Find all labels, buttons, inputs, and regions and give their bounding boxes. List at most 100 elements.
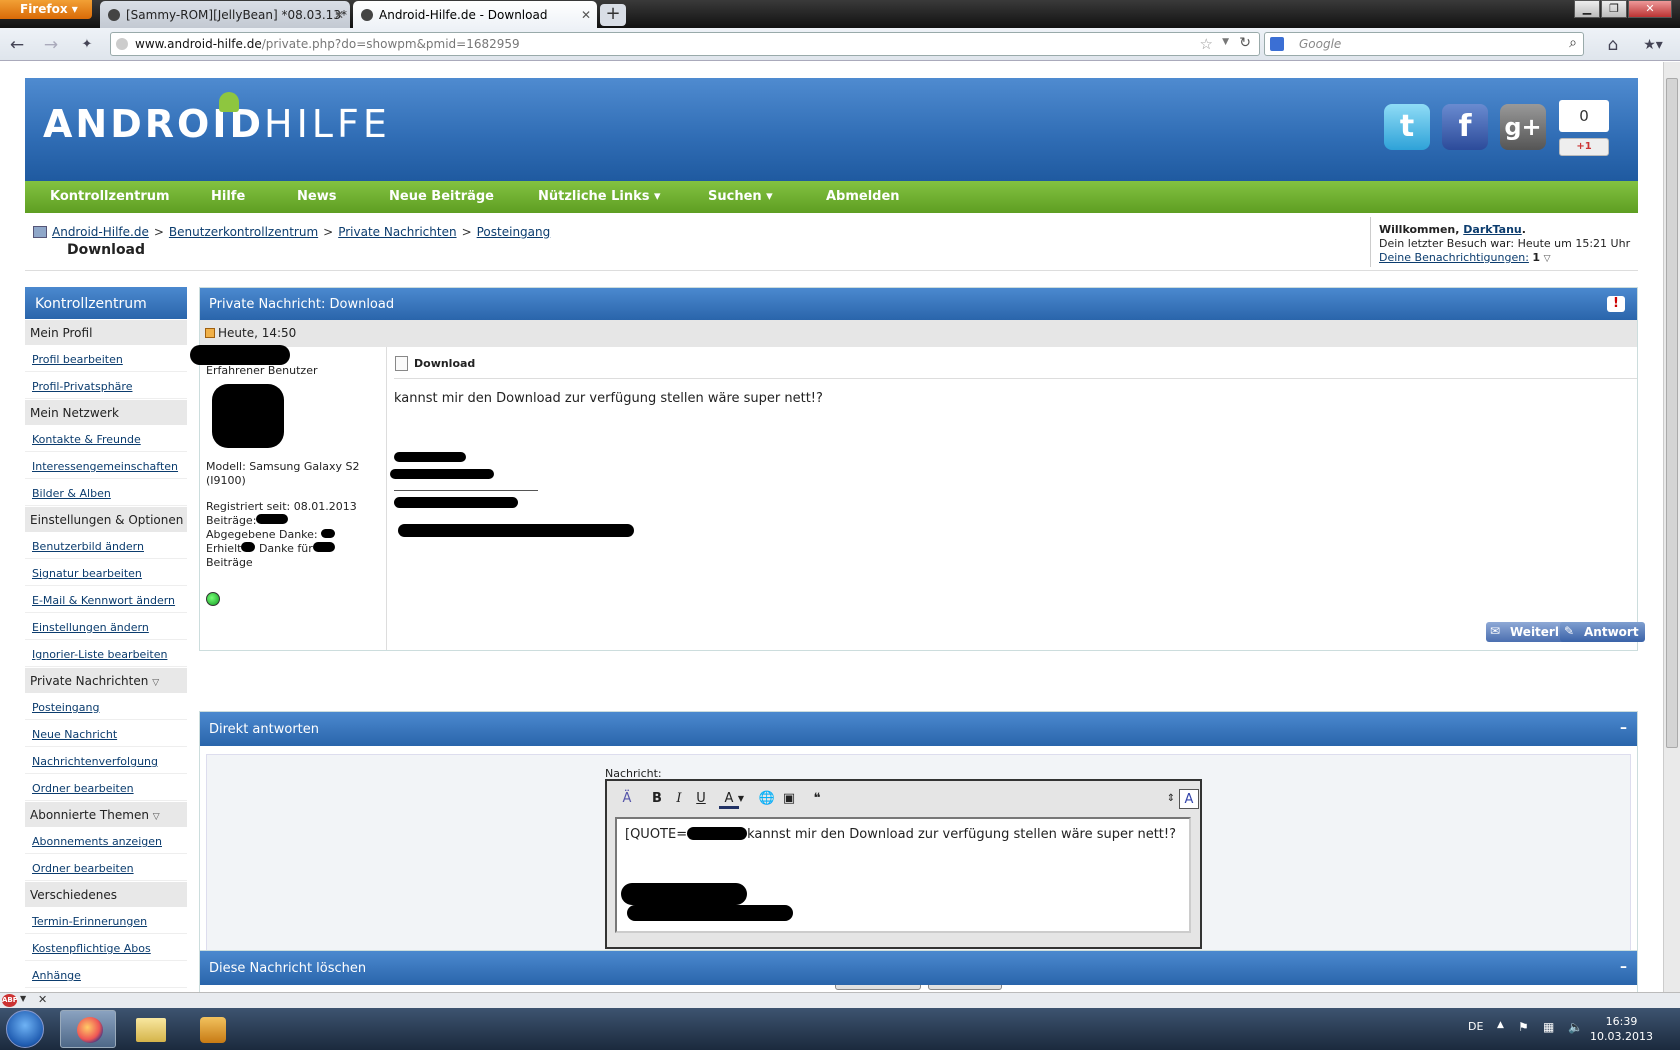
close-window-button[interactable]: ✕ [1628, 0, 1672, 18]
search-input[interactable]: Google ⌕ [1264, 32, 1584, 56]
vertical-scrollbar[interactable] [1663, 62, 1680, 992]
sidebar-link-nachrichtenverfolgung[interactable]: Nachrichtenverfolgung [25, 747, 187, 774]
sidebar-link-kostenpflichtige-abos[interactable]: Kostenpflichtige Abos [25, 934, 187, 961]
maximize-button[interactable]: ❐ [1601, 0, 1627, 18]
breadcrumb-pm[interactable]: Private Nachrichten [338, 225, 456, 239]
twitter-icon[interactable]: t [1384, 104, 1430, 150]
breadcrumb-bar: Android-Hilfe.de > Benutzerkontrollzentrum… [25, 213, 1638, 271]
sidebar-link-benutzerbild[interactable]: Benutzerbild ändern [25, 532, 187, 559]
bookmarks-menu-icon[interactable]: ★▾ [1642, 34, 1664, 56]
sidebar-link-interessengemeinschaften[interactable]: Interessengemeinschaften [25, 452, 187, 479]
report-warning-icon[interactable]: ! [1607, 296, 1625, 312]
chevron-down-icon[interactable]: ▽ [152, 678, 159, 688]
sidebar-link-bilder-alben[interactable]: Bilder & Alben [25, 479, 187, 506]
sidebar-link-kontakte[interactable]: Kontakte & Freunde [25, 425, 187, 452]
new-tab-button[interactable]: + [600, 4, 626, 26]
taskbar-explorer[interactable] [122, 1010, 178, 1048]
chevron-down-icon[interactable]: ▽ [153, 812, 160, 822]
sidebar-link-ordner-bearbeiten-2[interactable]: Ordner bearbeiten [25, 854, 187, 881]
forward-icon[interactable]: → [40, 34, 62, 56]
sidebar-link-neue-nachricht[interactable]: Neue Nachricht [25, 720, 187, 747]
chevron-down-icon[interactable]: ▼ [1222, 37, 1229, 47]
notifications-link[interactable]: Deine Benachrichtigungen: [1379, 251, 1529, 264]
received-mid: Danke für [258, 542, 313, 555]
bold-icon[interactable]: B [647, 789, 667, 809]
google-plus-icon[interactable]: g+ [1500, 104, 1546, 150]
puzzle-icon[interactable]: ✦ [76, 34, 98, 56]
breadcrumb-ucp[interactable]: Benutzerkontrollzentrum [169, 225, 318, 239]
chevron-down-icon[interactable]: ▼ [20, 994, 26, 1003]
link-icon[interactable]: 🌐 [757, 789, 777, 809]
home-icon[interactable]: ⌂ [1602, 34, 1624, 56]
breadcrumb-home[interactable]: Android-Hilfe.de [52, 225, 149, 239]
remove-format-icon[interactable]: Ä [617, 789, 637, 809]
breadcrumb-inbox[interactable]: Posteingang [477, 225, 551, 239]
username-link[interactable]: DarkTanu [1463, 223, 1521, 236]
close-icon[interactable]: ✕ [38, 993, 47, 1006]
back-icon[interactable]: ← [6, 34, 28, 56]
sidebar-link-posteingang[interactable]: Posteingang [25, 693, 187, 720]
sidebar-link-profil-bearbeiten[interactable]: Profil bearbeiten [25, 345, 187, 372]
minimize-button[interactable]: ▁ [1574, 0, 1600, 18]
network-icon[interactable]: ▦ [1543, 1020, 1554, 1034]
sidebar-link-signatur[interactable]: Signatur bearbeiten [25, 559, 187, 586]
facebook-icon[interactable]: f [1442, 104, 1488, 150]
resize-icon[interactable]: ⇕ [1161, 789, 1181, 809]
menu-suchen[interactable]: Suchen ▾ [708, 189, 773, 204]
menu-neue-beitraege[interactable]: Neue Beiträge [389, 189, 494, 204]
site-logo[interactable]: ANDROIDHILFE [43, 92, 391, 146]
tab-sammy-rom[interactable]: [Sammy-ROM][JellyBean] *08.03.13* [... ✕ [100, 1, 350, 28]
menu-abmelden[interactable]: Abmelden [826, 189, 900, 204]
sidebar-link-ignorier-liste[interactable]: Ignorier-Liste bearbeiten [25, 640, 187, 667]
adblock-icon[interactable]: ABP [2, 994, 18, 1007]
reply-button[interactable]: ✎ Antwort [1560, 622, 1645, 642]
underline-icon[interactable]: U [691, 789, 711, 809]
sidebar-link-ordner-bearbeiten[interactable]: Ordner bearbeiten [25, 774, 187, 801]
scrollbar-thumb[interactable] [1666, 78, 1678, 748]
forward-button[interactable]: ✉ Weiterl. [1486, 622, 1570, 642]
font-color-icon[interactable]: A [719, 789, 739, 809]
quote-icon[interactable]: ❝ [807, 789, 827, 809]
message-editor: Ä B I U A ▼ 🌐 ▣ ❝ ⇕ A [QUOTE= kannst mir … [605, 779, 1202, 949]
bookmark-star-icon[interactable]: ☆ [1200, 35, 1213, 53]
search-icon[interactable]: ⌕ [1569, 35, 1577, 51]
sidebar-link-profil-privatsphaere[interactable]: Profil-Privatsphäre [25, 372, 187, 399]
reload-icon[interactable]: ↻ [1239, 35, 1251, 51]
clock[interactable]: 16:39 10.03.2013 [1590, 1014, 1653, 1044]
chevron-down-icon[interactable]: ▼ [737, 789, 745, 809]
quick-reply-header: Direkt antworten – [200, 712, 1637, 746]
menu-nuetzliche-links[interactable]: Nützliche Links ▾ [538, 189, 661, 204]
menu-hilfe[interactable]: Hilfe [211, 189, 245, 204]
action-center-icon[interactable]: ⚑ [1518, 1020, 1529, 1034]
url-bar[interactable]: www.android-hilfe.de/private.php?do=show… [110, 32, 1260, 56]
sidebar-link-termin-erinnerungen[interactable]: Termin-Erinnerungen [25, 907, 187, 934]
sidebar-link-anhaenge[interactable]: Anhänge [25, 961, 187, 988]
close-icon[interactable]: ✕ [581, 8, 591, 22]
sidebar-link-einstellungen-aendern[interactable]: Einstellungen ändern [25, 613, 187, 640]
sidebar-section-private-nachrichten[interactable]: Private Nachrichten ▽ [25, 667, 187, 693]
italic-icon[interactable]: I [669, 789, 689, 809]
tab-android-hilfe[interactable]: Android-Hilfe.de - Download ✕ [353, 1, 597, 28]
android-robot-icon [219, 92, 239, 112]
taskbar-media-player[interactable] [186, 1010, 242, 1048]
start-button[interactable] [6, 1010, 44, 1048]
image-icon[interactable]: ▣ [779, 789, 799, 809]
menu-news[interactable]: News [297, 189, 336, 204]
switch-editor-mode-icon[interactable]: A [1179, 789, 1199, 809]
firefox-menu-button[interactable]: Firefox ▾ [0, 0, 92, 19]
collapse-button[interactable]: – [1620, 959, 1627, 975]
taskbar-firefox[interactable] [60, 1010, 116, 1048]
volume-icon[interactable]: 🔈 [1568, 1020, 1583, 1034]
menu-kontrollzentrum[interactable]: Kontrollzentrum [50, 189, 170, 204]
language-indicator[interactable]: DE [1468, 1020, 1483, 1033]
chevron-down-icon[interactable]: ▽ [1544, 254, 1551, 264]
sidebar-link-abonnements[interactable]: Abonnements anzeigen [25, 827, 187, 854]
sidebar-link-email-kennwort[interactable]: E-Mail & Kennwort ändern [25, 586, 187, 613]
close-icon[interactable]: ✕ [334, 8, 344, 22]
gplus-button[interactable]: +1 [1559, 138, 1609, 156]
collapse-button[interactable]: – [1620, 720, 1627, 736]
show-hidden-icons[interactable]: ▲ [1497, 1020, 1504, 1030]
message-textarea[interactable]: [QUOTE= kannst mir den Download zur verfü… [615, 817, 1191, 933]
redacted-text [621, 883, 747, 905]
sidebar-section-abonnierte-themen[interactable]: Abonnierte Themen ▽ [25, 801, 187, 827]
